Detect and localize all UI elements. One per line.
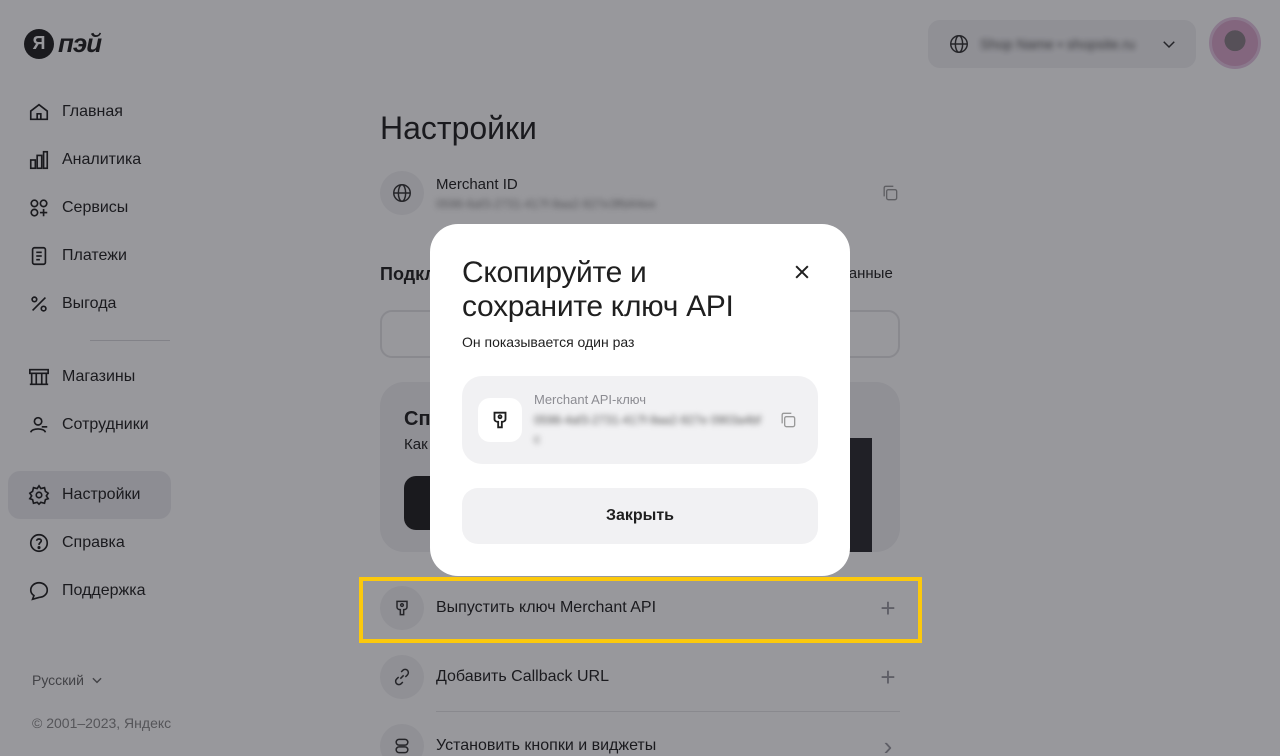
key-icon bbox=[478, 398, 522, 442]
close-icon[interactable] bbox=[786, 256, 818, 288]
modal-title: Скопируйте и сохраните ключ API bbox=[462, 256, 734, 323]
api-key-value: 0598-4af3-2731-417f-9aa2-927e 0903a4bfc bbox=[534, 413, 761, 446]
api-key-card: Merchant API-ключ 0598-4af3-2731-417f-9a… bbox=[462, 376, 818, 464]
close-button[interactable]: Закрыть bbox=[462, 488, 818, 544]
copy-icon[interactable] bbox=[778, 410, 798, 430]
api-key-label: Merchant API-ключ bbox=[534, 392, 647, 407]
modal-subtitle: Он показывается один раз bbox=[462, 334, 635, 350]
api-key-modal: Скопируйте и сохраните ключ API Он показ… bbox=[430, 224, 850, 576]
